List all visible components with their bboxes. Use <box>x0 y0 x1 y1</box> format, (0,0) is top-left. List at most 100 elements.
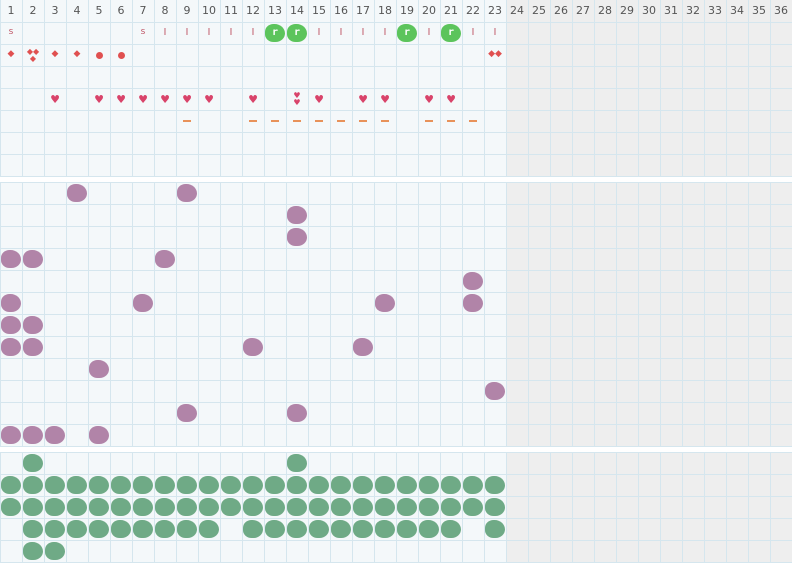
teal-blob-cell[interactable] <box>243 520 263 538</box>
drop-icon[interactable]: ◆◆ ◆ <box>25 48 41 63</box>
dash-marker[interactable] <box>447 120 455 122</box>
dot-icon[interactable] <box>117 51 125 59</box>
teal-blob-cell[interactable] <box>353 520 373 538</box>
dash-marker[interactable] <box>315 120 323 122</box>
teal-blob-cell[interactable] <box>375 498 395 516</box>
drop-icon[interactable]: ◆ <box>73 50 82 59</box>
teal-blob-cell[interactable] <box>419 476 439 494</box>
purple-blob-cell[interactable] <box>155 250 175 268</box>
teal-blob-cell[interactable] <box>463 476 483 494</box>
purple-blob-cell[interactable] <box>463 272 483 290</box>
teal-blob-cell[interactable] <box>177 476 197 494</box>
purple-blob-cell[interactable] <box>287 404 307 422</box>
purple-blob-cell[interactable] <box>1 316 21 334</box>
heart-icon[interactable]: ♥ <box>357 94 369 105</box>
teal-blob-cell[interactable] <box>23 454 43 472</box>
dash-marker[interactable] <box>337 120 345 122</box>
teal-blob-cell[interactable] <box>23 520 43 538</box>
teal-blob-cell[interactable] <box>155 476 175 494</box>
dash-marker[interactable] <box>469 120 477 122</box>
dash-marker[interactable] <box>381 120 389 122</box>
drop-icon[interactable]: ◆ <box>7 50 16 59</box>
teal-blob-cell[interactable] <box>353 476 373 494</box>
marker-i[interactable]: I <box>424 27 434 38</box>
teal-blob-cell[interactable] <box>441 476 461 494</box>
teal-blob-cell[interactable] <box>67 498 87 516</box>
marker-i[interactable]: I <box>380 27 390 38</box>
purple-blob-cell[interactable] <box>23 338 43 356</box>
marker-i[interactable]: I <box>358 27 368 38</box>
dash-marker[interactable] <box>359 120 367 122</box>
drop-icon[interactable]: ◆◆ <box>487 50 503 59</box>
teal-blob-cell[interactable] <box>485 476 505 494</box>
heart-icon[interactable]: ♥ <box>137 94 149 105</box>
purple-blob-cell[interactable] <box>45 426 65 444</box>
marker-s[interactable]: s <box>138 27 148 37</box>
purple-blob-cell[interactable] <box>177 404 197 422</box>
marker-i[interactable]: I <box>314 27 324 38</box>
heart-icon[interactable]: ♥ <box>379 94 391 105</box>
teal-blob-cell[interactable] <box>45 476 65 494</box>
teal-blob-cell[interactable] <box>1 476 21 494</box>
purple-blob-cell[interactable] <box>23 250 43 268</box>
teal-blob-cell[interactable] <box>375 476 395 494</box>
heart-icon[interactable]: ♥ <box>247 94 259 105</box>
dash-marker[interactable] <box>183 120 191 122</box>
teal-blob-cell[interactable] <box>111 520 131 538</box>
teal-blob-cell[interactable] <box>309 476 329 494</box>
teal-blob-cell[interactable] <box>331 520 351 538</box>
teal-blob-cell[interactable] <box>1 498 21 516</box>
teal-blob-cell[interactable] <box>199 498 219 516</box>
heart-icon[interactable]: ♥ <box>115 94 127 105</box>
teal-blob-cell[interactable] <box>287 476 307 494</box>
teal-blob-cell[interactable] <box>199 520 219 538</box>
teal-blob-cell[interactable] <box>67 476 87 494</box>
teal-blob-cell[interactable] <box>23 542 43 560</box>
heart-icon[interactable]: ♥ <box>49 94 61 105</box>
purple-blob-cell[interactable] <box>133 294 153 312</box>
teal-blob-cell[interactable] <box>177 520 197 538</box>
teal-blob-cell[interactable] <box>89 520 109 538</box>
teal-blob-cell[interactable] <box>485 498 505 516</box>
teal-blob-cell[interactable] <box>243 476 263 494</box>
teal-blob-cell[interactable] <box>23 498 43 516</box>
teal-blob-cell[interactable] <box>111 476 131 494</box>
teal-blob-cell[interactable] <box>375 520 395 538</box>
dash-marker[interactable] <box>425 120 433 122</box>
dash-marker[interactable] <box>293 120 301 122</box>
marker-i[interactable]: I <box>204 27 214 38</box>
marker-i[interactable]: I <box>182 27 192 38</box>
dash-marker[interactable] <box>271 120 279 122</box>
purple-blob-cell[interactable] <box>243 338 263 356</box>
purple-blob-cell[interactable] <box>353 338 373 356</box>
heart-icon[interactable]: ♥ <box>203 94 215 105</box>
marker-r-badge[interactable]: r <box>397 24 417 42</box>
marker-i[interactable]: I <box>490 27 500 38</box>
purple-blob-cell[interactable] <box>67 184 87 202</box>
teal-blob-cell[interactable] <box>287 454 307 472</box>
purple-blob-cell[interactable] <box>23 426 43 444</box>
teal-blob-cell[interactable] <box>309 498 329 516</box>
teal-blob-cell[interactable] <box>441 498 461 516</box>
teal-blob-cell[interactable] <box>89 498 109 516</box>
teal-blob-cell[interactable] <box>287 520 307 538</box>
teal-blob-cell[interactable] <box>331 498 351 516</box>
teal-blob-cell[interactable] <box>221 476 241 494</box>
teal-blob-cell[interactable] <box>331 476 351 494</box>
teal-blob-cell[interactable] <box>133 476 153 494</box>
heart-icon[interactable]: ♥ <box>423 94 435 105</box>
heart-icon[interactable]: ♥ <box>159 94 171 105</box>
marker-s[interactable]: s <box>6 27 16 37</box>
teal-blob-cell[interactable] <box>45 498 65 516</box>
purple-blob-cell[interactable] <box>1 250 21 268</box>
marker-i[interactable]: I <box>160 27 170 38</box>
teal-blob-cell[interactable] <box>265 498 285 516</box>
drop-icon[interactable]: ◆ <box>51 50 60 59</box>
teal-blob-cell[interactable] <box>287 498 307 516</box>
teal-blob-cell[interactable] <box>419 498 439 516</box>
purple-blob-cell[interactable] <box>89 426 109 444</box>
purple-blob-cell[interactable] <box>485 382 505 400</box>
marker-i[interactable]: I <box>226 27 236 38</box>
teal-blob-cell[interactable] <box>133 498 153 516</box>
teal-blob-cell[interactable] <box>353 498 373 516</box>
